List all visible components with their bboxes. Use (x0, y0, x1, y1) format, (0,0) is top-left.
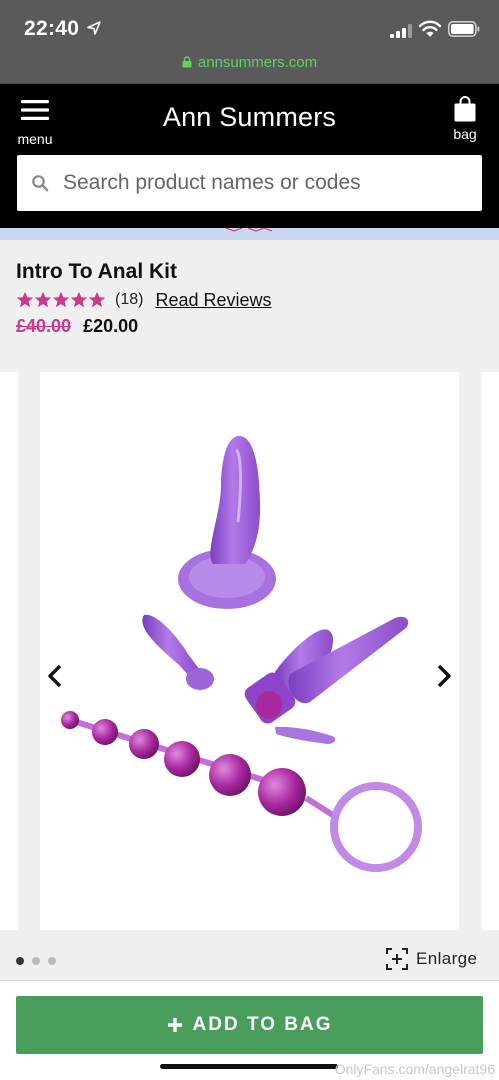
enlarge-button[interactable]: Enlarge (386, 948, 477, 970)
plus-icon (167, 1018, 182, 1032)
product-image-carousel[interactable] (0, 370, 499, 934)
product-title: Intro To Anal Kit (16, 260, 177, 283)
site-logo[interactable]: Ann Summers (0, 102, 499, 133)
watermark-text: OnlyFans.com/angelrat96 (334, 1061, 495, 1077)
search-input[interactable] (63, 155, 473, 211)
wifi-icon (418, 20, 442, 37)
url-domain: annsummers.com (197, 54, 318, 71)
read-reviews-link[interactable]: Read Reviews (155, 290, 271, 311)
star-rating (16, 291, 106, 309)
bag-icon (454, 96, 476, 122)
star-icon (52, 291, 70, 308)
signal-icon (390, 24, 412, 38)
product-info: Intro To Anal Kit (18) Read Reviews £40.… (0, 240, 499, 370)
status-time: 22:40 (24, 17, 80, 40)
bag-button[interactable]: bag (445, 94, 485, 150)
url-display[interactable]: annsummers.com (0, 54, 499, 71)
carousel-pagination (16, 957, 64, 965)
old-price: £40.00 (16, 316, 72, 336)
sale-price: £20.00 (83, 316, 139, 336)
product-image[interactable] (40, 372, 459, 930)
next-slide-peek[interactable] (481, 372, 499, 930)
star-icon (34, 291, 52, 308)
sticky-cta-bar: ADD TO BAG OnlyFans.com/angelrat96 (0, 980, 499, 1080)
menu-label: menu (17, 131, 53, 147)
bag-label: bag (453, 126, 477, 142)
chevron-right-icon[interactable] (434, 663, 454, 689)
ios-status-bar: 22:40 (0, 0, 499, 48)
home-indicator[interactable] (160, 1064, 338, 1069)
battery-icon (448, 21, 480, 37)
site-header: menu Ann Summers bag (0, 84, 499, 228)
carousel-dot-1[interactable] (16, 957, 24, 965)
star-icon (70, 291, 88, 308)
carousel-dot-2[interactable] (32, 957, 40, 965)
location-arrow-icon (87, 21, 101, 35)
price-row: £40.00 £20.00 (16, 316, 138, 337)
add-to-bag-label: ADD TO BAG (192, 1014, 333, 1035)
carousel-slide-active[interactable] (40, 372, 459, 930)
lock-icon (182, 56, 192, 68)
promo-banner-fragment (226, 228, 273, 232)
search-box[interactable] (17, 155, 482, 211)
promo-banner-strip[interactable] (0, 228, 499, 240)
chevron-left-icon[interactable] (45, 663, 65, 689)
carousel-dot-3[interactable] (48, 957, 56, 965)
browser-url-bar[interactable]: annsummers.com (0, 48, 499, 84)
add-to-bag-button[interactable]: ADD TO BAG (16, 996, 483, 1054)
star-icon (88, 291, 106, 308)
previous-slide-peek[interactable] (0, 372, 18, 930)
enlarge-icon (386, 948, 408, 970)
enlarge-label: Enlarge (416, 949, 478, 968)
star-icon (16, 291, 34, 308)
rating-row: (18) Read Reviews (16, 289, 272, 311)
search-icon (32, 175, 49, 192)
review-count: (18) (115, 291, 144, 308)
